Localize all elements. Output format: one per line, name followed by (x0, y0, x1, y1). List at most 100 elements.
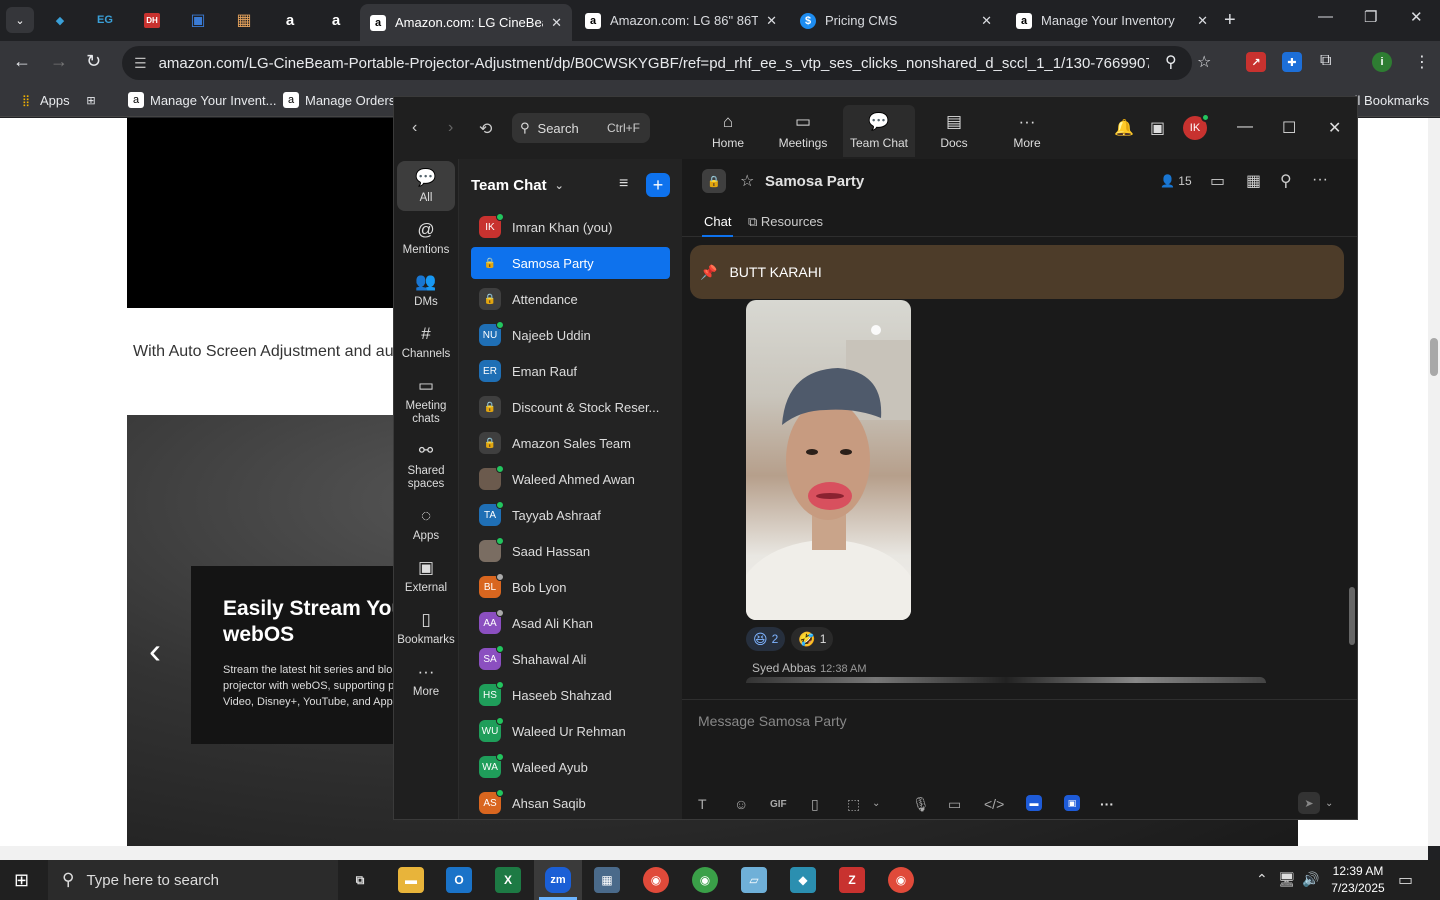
nav-meetings[interactable]: ▭ Meetings (768, 105, 838, 157)
bookmark-apps[interactable]: ⣿ Apps (18, 92, 70, 108)
rail-mentions[interactable]: @ Mentions (397, 213, 455, 257)
back-icon[interactable]: ← (13, 51, 31, 72)
rail-more[interactable]: ··· More (397, 655, 455, 699)
rail-channels[interactable]: # Channels (397, 317, 455, 361)
contact-item[interactable]: 🔒 Samosa Party (471, 247, 670, 279)
file-explorer-icon[interactable]: ▬ (398, 867, 424, 893)
tab-pricing-cms[interactable]: $ Pricing CMS ✕ (790, 4, 1002, 37)
tray-chevron-up-icon[interactable]: ⌃ (1256, 871, 1268, 888)
rail-meeting-chats[interactable]: ▭ Meeting chats (397, 369, 455, 426)
extensions-puzzle-icon[interactable]: ⧉ (1320, 52, 1331, 70)
message-input[interactable]: Message Samosa Party (698, 713, 847, 729)
zoom-close-icon[interactable]: ✕ (1328, 118, 1341, 138)
send-button[interactable]: ➤ (1298, 792, 1320, 814)
sidebar-title[interactable]: Team Chat ⌄ (471, 177, 564, 194)
nav-home[interactable]: ⌂ Home (693, 105, 763, 157)
pinned-tab-box-icon[interactable]: ▦ (232, 8, 256, 32)
pinned-tab-eg[interactable]: EG (93, 8, 117, 32)
reload-icon[interactable]: ↻ (86, 51, 101, 72)
new-chat-button[interactable]: + (646, 173, 670, 197)
contact-item[interactable]: SA Shahawal Ali (471, 643, 670, 675)
rail-bookmarks[interactable]: ▯ Bookmarks (397, 603, 455, 647)
extension-blue-icon[interactable]: ✚ (1282, 52, 1302, 72)
text-format-icon[interactable]: T (698, 796, 707, 812)
chrome-profile-icon[interactable]: ◉ (692, 867, 718, 893)
contact-item[interactable]: 🔒 Discount & Stock Reser... (471, 391, 670, 423)
contact-item[interactable]: IK Imran Khan (you) (471, 211, 670, 243)
product-video[interactable] (127, 118, 407, 308)
contact-item[interactable]: ER Eman Rauf (471, 355, 670, 387)
site-info-icon[interactable]: ☰ (134, 55, 147, 72)
system-clock[interactable]: 12:39 AM 7/23/2025 (1328, 863, 1388, 897)
close-icon[interactable]: ✕ (981, 13, 992, 29)
zoom-back-icon[interactable]: ‹ (412, 119, 417, 137)
next-image-preview[interactable] (746, 677, 1266, 683)
contact-item[interactable]: NU Najeeb Uddin (471, 319, 670, 351)
tab-resources[interactable]: ⧉ Resources (748, 214, 823, 230)
contact-item[interactable]: HS Haseeb Shahzad (471, 679, 670, 711)
rail-external[interactable]: ▣ External (397, 551, 455, 595)
contact-item[interactable]: 🔒 Attendance (471, 283, 670, 315)
rail-dms[interactable]: 👥 DMs (397, 265, 455, 309)
gift-icon[interactable]: ▣ (1150, 118, 1165, 138)
send-options-chevron-icon[interactable]: ⌄ (1325, 798, 1333, 809)
calculator-icon[interactable]: ▦ (594, 867, 620, 893)
bell-icon[interactable]: 🔔 (1114, 118, 1134, 138)
bookmark-star-icon[interactable]: ☆ (1197, 52, 1211, 72)
browser-menu-icon[interactable]: ⋮ (1414, 52, 1430, 72)
microphone-icon[interactable]: 🎙 (912, 796, 930, 813)
more-actions-icon[interactable]: ··· (1100, 796, 1114, 812)
tab-amazon-lg86[interactable]: a Amazon.com: LG 86" 86TR3 ✕ (575, 4, 787, 37)
star-icon[interactable]: ☆ (740, 171, 754, 191)
zoom-maximize-icon[interactable]: ☐ (1282, 118, 1296, 138)
pinned-tab-dh[interactable]: DH (144, 12, 160, 28)
close-window-icon[interactable]: ✕ (1410, 8, 1423, 26)
contact-item[interactable]: TA Tayyab Ashraaf (471, 499, 670, 531)
member-count[interactable]: 👤 15 (1160, 174, 1192, 188)
excel-icon[interactable]: X (495, 867, 521, 893)
rail-apps[interactable]: ◌ Apps (397, 499, 455, 543)
zoom-forward-icon[interactable]: › (448, 119, 453, 137)
notes-app-icon[interactable]: ▱ (741, 867, 767, 893)
windows-start-icon[interactable]: ⊞ (14, 870, 29, 891)
app-integration-icon[interactable]: ▬ (1026, 795, 1042, 811)
contact-item[interactable]: WA Waleed Ayub (471, 751, 670, 783)
rail-all[interactable]: 💬 All (397, 161, 455, 211)
page-vertical-scrollbar[interactable] (1428, 118, 1440, 846)
tab-chat[interactable]: Chat (701, 214, 734, 237)
contact-item[interactable]: Waleed Ahmed Awan (471, 463, 670, 495)
task-view-icon[interactable]: ⧉ (347, 867, 373, 893)
pinned-tab-icon[interactable]: ◆ (48, 8, 72, 32)
user-avatar[interactable]: IK (1183, 113, 1210, 140)
contact-item[interactable]: WU Waleed Ur Rehman (471, 715, 670, 747)
calendar-icon[interactable]: ▦ (1246, 171, 1261, 191)
contact-item[interactable]: AS Ahsan Saqib (471, 787, 670, 819)
new-tab-button[interactable]: + (1224, 9, 1236, 32)
zoom-app-icon[interactable]: zm (539, 867, 577, 900)
tab-amazon-cinebeam[interactable]: a Amazon.com: LG CineBeam ✕ (360, 4, 572, 41)
code-icon[interactable]: </> (984, 796, 1004, 812)
profile-icon[interactable]: i (1372, 52, 1392, 72)
video-call-icon[interactable]: ▭ (1210, 171, 1225, 191)
tab-search-button[interactable]: ⌄ (6, 7, 34, 33)
file-icon[interactable]: ▯ (811, 796, 819, 813)
rail-shared-spaces[interactable]: ⚯ Shared spaces (397, 434, 455, 491)
forward-icon[interactable]: → (50, 51, 68, 72)
volume-icon[interactable]: 🔊 (1302, 871, 1319, 888)
emoji-icon[interactable]: ☺ (734, 796, 748, 812)
reaction-rofl[interactable]: 🤣 1 (791, 627, 834, 651)
more-options-icon[interactable]: ··· (1312, 171, 1328, 189)
sender-name[interactable]: Syed Abbas (752, 661, 816, 675)
close-icon[interactable]: ✕ (1197, 13, 1208, 29)
chrome-icon[interactable]: ◉ (643, 867, 669, 893)
extension-red-icon[interactable]: ↗ (1246, 52, 1266, 72)
bookmark-manage-inventory[interactable]: a Manage Your Invent... (128, 92, 276, 108)
message-scrollbar[interactable] (1349, 237, 1355, 679)
restore-icon[interactable]: ❐ (1364, 8, 1377, 26)
nav-docs[interactable]: ▤ Docs (919, 105, 989, 157)
filter-icon[interactable]: ≡ (619, 175, 628, 193)
minimize-icon[interactable]: — (1318, 8, 1333, 25)
close-icon[interactable]: ✕ (766, 13, 777, 29)
pinned-message[interactable]: 📌 BUTT KARAHI (690, 245, 1344, 299)
bookmark-manage-orders[interactable]: a Manage Orders (283, 92, 395, 108)
